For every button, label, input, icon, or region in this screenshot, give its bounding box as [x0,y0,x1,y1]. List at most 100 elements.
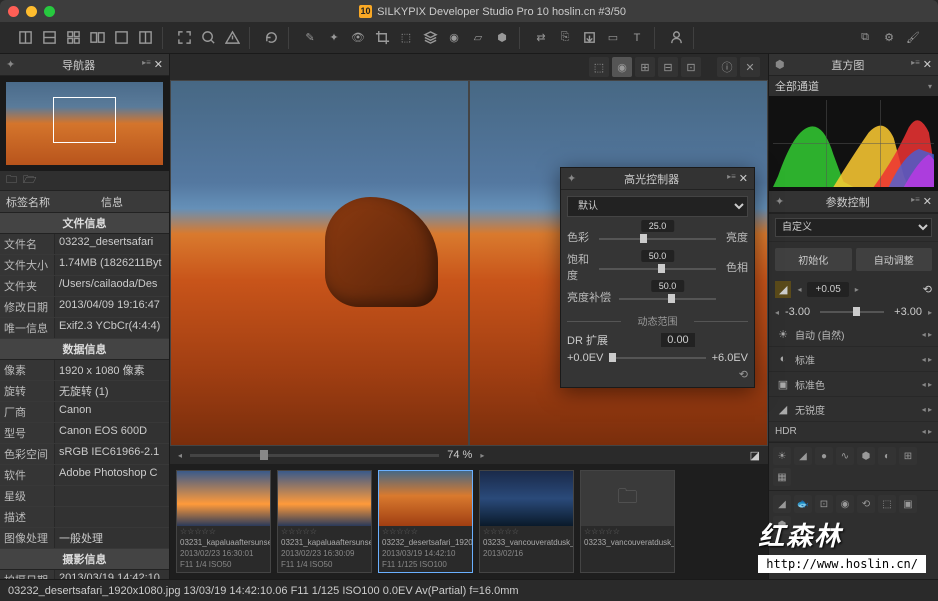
thumbnail[interactable]: ☆☆☆☆☆03232_desertsafari_1920x102013/03/1… [378,470,473,573]
minimize-window[interactable] [26,6,37,17]
paste-icon[interactable]: ⎘ [554,27,576,49]
micon-4[interactable]: ∿ [836,447,854,465]
screen-icon[interactable]: ▭ [602,27,624,49]
zoom-out-icon[interactable]: ◂ [178,451,182,460]
close-window[interactable] [8,6,19,17]
thumbnail[interactable]: ☆☆☆☆☆03231_kapaluaaftersunset_192013/02/… [277,470,372,573]
micon-7[interactable]: ⊞ [899,447,917,465]
micon-5[interactable]: ⬢ [857,447,875,465]
exposure-icon[interactable]: ◢ [775,281,791,298]
rotate-icon[interactable] [260,27,282,49]
copy-settings-icon[interactable]: ⇄ [530,27,552,49]
meta-row: 描述 [0,507,169,528]
thumbnail[interactable]: 🗀☆☆☆☆☆03233_vancouveratdusk_1920 [580,470,675,573]
close-icon[interactable]: ✕ [739,172,748,185]
zoom-icon[interactable] [197,27,219,49]
stamp-icon[interactable]: ◉ [443,27,465,49]
zoom-in-icon[interactable]: ▸ [480,451,484,460]
redeye-icon[interactable]: 👁 [347,27,369,49]
highlight-preset-select[interactable]: 默认 [567,196,748,217]
navigator-header: ✦导航器▸≡ ✕ [0,54,169,76]
layout-1-icon[interactable] [14,27,36,49]
thumbnail[interactable]: ☆☆☆☆☆03231_kapaluaaftersunset_192013/02/… [176,470,271,573]
meta-row: 星级 [0,486,169,507]
app-icon: 10 [359,5,372,18]
pv-tool-4[interactable]: ⊟ [658,57,678,77]
adjust-row[interactable]: ☀自动 (自然)◂ ▸ [769,322,938,347]
zoom-slider[interactable] [190,454,439,457]
close-panel-icon[interactable]: ✕ [154,58,163,71]
mask-icon[interactable]: ⬢ [491,27,513,49]
zoom-bar: ◂ 74 % ▸ ◪ [170,446,768,464]
micon-2[interactable]: ◢ [794,447,812,465]
zoom-value: 74 % [447,449,472,461]
saturation-hue-slider[interactable]: 饱和度 50.0 色相 [567,251,748,283]
pv-close-icon[interactable]: ✕ [740,57,760,77]
right-sidebar: ⬢直方图▸≡ ✕ 全部通道▾ ✦参数控制▸≡ ✕ 自定义 初始化 自动调整 ◢ [768,54,938,579]
channel-label[interactable]: 全部通道 [775,78,819,94]
pv-tool-5[interactable]: ⊡ [681,57,701,77]
pv-tool-2[interactable]: ◉ [612,57,632,77]
micon-8[interactable]: ▦ [773,468,791,486]
meta-row: 旋转无旋转 (1) [0,381,169,402]
reset-icon[interactable]: ⟲ [739,369,748,381]
preset-select[interactable]: 自定义 [775,218,932,237]
adjust-row[interactable]: ◐标准◂ ▸ [769,347,938,372]
micon-1[interactable]: ☀ [773,447,791,465]
maximize-window[interactable] [44,6,55,17]
thumbnail[interactable]: ☆☆☆☆☆03233_vancouveratdusk_19202013/02/1… [479,470,574,573]
layers-icon[interactable] [419,27,441,49]
meta-tags-header: 标签名称 [6,194,61,210]
navigator-preview[interactable] [0,76,169,171]
straighten-icon[interactable]: ⬚ [395,27,417,49]
brush-icon[interactable]: ✎ [299,27,321,49]
meta-row: 拍摄日期2013/03/19 14:42:10 [0,570,169,579]
status-bar: 03232_desertsafari_1920x1080.jpg 13/03/1… [0,579,938,601]
person-icon[interactable] [665,27,687,49]
micon-6[interactable]: ◐ [878,447,896,465]
paint-icon[interactable]: 🖌 [902,27,924,49]
meta-section-header: 数据信息 [0,339,169,360]
brightness-comp-slider[interactable]: 亮度补偿 50.0 [567,289,748,305]
tool-icons-1: ☀◢●∿⬢◐⊞ ▦ [769,442,938,490]
meta-row: 修改日期2013/04/09 19:16:47 [0,297,169,318]
adjust-row[interactable]: ◢无锐度◂ ▸ [769,397,938,422]
crop-icon[interactable] [371,27,393,49]
micon-3[interactable]: ● [815,447,833,465]
pv-tool-3[interactable]: ⊞ [635,57,655,77]
folder-icon[interactable]: 🗀 [6,171,17,190]
export-icon[interactable] [578,27,600,49]
text-icon[interactable]: T [626,27,648,49]
tree-icon[interactable]: 🗁 [23,171,37,190]
auto-button[interactable]: 自动调整 [856,248,933,271]
preview-mode-icon[interactable]: ◪ [750,449,760,462]
grid-icon[interactable] [62,27,84,49]
meta-row: 像素1920 x 1080 像素 [0,360,169,381]
adjust-row[interactable]: ▣标准色◂ ▸ [769,372,938,397]
split-icon[interactable] [134,27,156,49]
compare-icon[interactable] [86,27,108,49]
dust-icon[interactable]: ✦ [323,27,345,49]
preview-toolbar: ⬚ ◉ ⊞ ⊟ ⊡ ⓘ ✕ [170,54,768,80]
ev-value: +0.05 [807,282,848,297]
layout-2-icon[interactable] [38,27,60,49]
histogram [769,96,938,191]
window-title: 10SILKYPIX Developer Studio Pro 10 hosli… [55,4,930,18]
pv-tool-1[interactable]: ⬚ [589,57,609,77]
highlight-controller-panel[interactable]: ✦高光控制器▸≡ ✕ 默认 色彩 25.0 亮度 饱和度 50.0 色相 亮度补… [560,167,755,388]
warning-icon[interactable] [221,27,243,49]
reset-ev-icon[interactable]: ⟲ [923,283,932,296]
meta-info-header: 信息 [61,194,163,210]
panel-menu-icon[interactable]: ▸≡ [142,58,151,71]
pv-info-icon[interactable]: ⓘ [717,57,737,77]
sliders-icon[interactable]: ⚙ [878,27,900,49]
meta-row: 文件名03232_desertsafari [0,234,169,255]
fit-icon[interactable] [173,27,195,49]
single-icon[interactable] [110,27,132,49]
hue-brightness-slider[interactable]: 色彩 25.0 亮度 [567,229,748,245]
dr-section-title: 动态范围 [567,313,748,328]
watermark: 红森林 http://www.hoslin.cn/ [758,516,926,573]
init-button[interactable]: 初始化 [775,248,852,271]
erase-icon[interactable]: ▱ [467,27,489,49]
windows-icon[interactable]: ⧉ [854,27,876,49]
